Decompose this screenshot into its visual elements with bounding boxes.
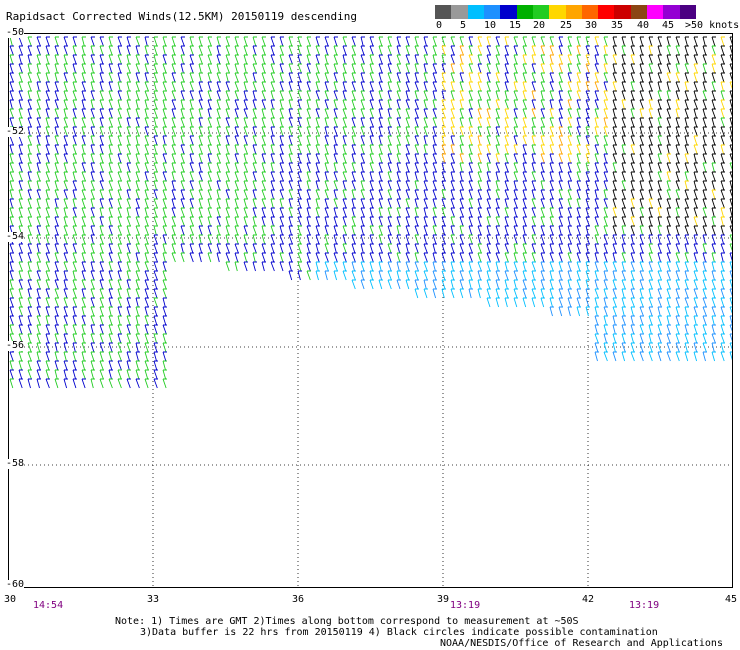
legend-swatch — [549, 5, 566, 19]
legend-swatch — [500, 5, 517, 19]
legend-swatch — [630, 5, 648, 19]
legend-label: 0 — [436, 20, 443, 31]
legend-label: 10 — [484, 20, 497, 31]
lat-label: -50 — [6, 27, 25, 38]
lon-label: 42 — [582, 594, 595, 605]
note-line-2: 3)Data buffer is 22 hrs from 20150119 4)… — [140, 627, 658, 638]
legend-swatch — [679, 5, 696, 19]
map-frame — [8, 33, 733, 588]
legend-label: 5 — [460, 20, 467, 31]
lon-label: 45 — [725, 594, 738, 605]
legend-swatch — [647, 5, 664, 19]
legend-label: 25 — [560, 20, 573, 31]
map-title: Rapidsact Corrected Winds(12.5KM) 201501… — [6, 10, 357, 23]
legend-swatch — [663, 5, 680, 19]
credit-line: NOAA/NESDIS/Office of Research and Appli… — [440, 638, 723, 649]
legend-swatch — [467, 5, 484, 19]
lat-label: -54 — [6, 231, 25, 242]
legend-label: >50 knots — [685, 20, 740, 31]
legend-label: 35 — [611, 20, 624, 31]
legend-swatch — [614, 5, 631, 19]
lat-label: -60 — [6, 579, 25, 590]
legend-swatch — [532, 5, 550, 19]
legend-label: 20 — [533, 20, 546, 31]
legend-swatch — [598, 5, 615, 19]
legend-swatch — [435, 5, 452, 19]
lat-label: -56 — [6, 340, 25, 351]
lon-label: 30 — [4, 594, 17, 605]
legend-swatch — [565, 5, 582, 19]
lon-label: 36 — [292, 594, 305, 605]
legend-labels: 0 5 10 15 20 25 30 35 40 45 >50 knots — [430, 20, 740, 32]
pass-time: 13:19 — [450, 600, 481, 611]
pass-time: 13:19 — [629, 600, 660, 611]
legend-label: 40 — [637, 20, 650, 31]
lon-label: 39 — [437, 594, 450, 605]
legend-swatch — [451, 5, 468, 19]
pass-time: 14:54 — [33, 600, 64, 611]
lon-label: 33 — [147, 594, 160, 605]
lat-label: -58 — [6, 458, 25, 469]
legend-swatch — [483, 5, 501, 19]
wind-speed-color-legend — [435, 5, 696, 19]
legend-swatch — [581, 5, 599, 19]
legend-label: 45 — [662, 20, 675, 31]
legend-swatch — [516, 5, 533, 19]
legend-label: 30 — [585, 20, 598, 31]
lat-label: -52 — [6, 126, 25, 137]
note-line-1: Note: 1) Times are GMT 2)Times along bot… — [115, 616, 579, 627]
legend-label: 15 — [509, 20, 522, 31]
